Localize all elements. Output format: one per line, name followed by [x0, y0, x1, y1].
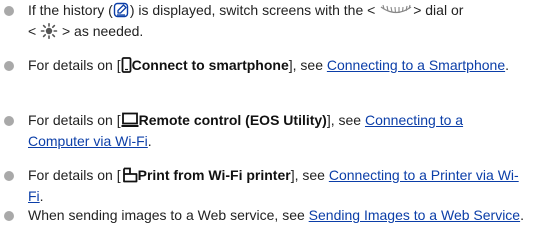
note-text: When sending images to a Web service, se…: [28, 205, 528, 226]
note-text: For details on [ Connect to smartphone], …: [28, 55, 528, 76]
menu-item-name: Connect to smartphone: [131, 57, 289, 73]
smartphone-icon: [121, 57, 132, 73]
note-text: For details on [ Remote control (EOS Util…: [28, 110, 528, 152]
printer-icon: [121, 167, 138, 183]
note-text-part: For details on [: [28, 112, 121, 128]
note-text-part: .: [505, 57, 509, 73]
bullet-icon: [4, 211, 14, 221]
note-text-part: > as needed.: [61, 23, 144, 39]
menu-item-name: Print from Wi-Fi printer: [137, 167, 291, 183]
smartphone-connection-link[interactable]: Connecting to a Smartphone: [327, 57, 505, 73]
note-text-part: .: [39, 188, 44, 204]
note-text-part: <: [28, 23, 37, 39]
note-text-part: ], see: [290, 167, 329, 183]
note-text-part: When sending images to a Web service, se…: [28, 207, 309, 223]
web-service-link[interactable]: Sending Images to a Web Service: [309, 207, 520, 223]
menu-item-name: Remote control (EOS Utility): [138, 112, 327, 128]
note-text-part: For details on [: [28, 57, 121, 73]
note-text-part: > dial or: [413, 2, 464, 18]
computer-icon: [121, 112, 139, 128]
bullet-icon: [4, 171, 14, 181]
note-text-part: ) is displayed, switch screens with the …: [129, 2, 376, 18]
bullet-icon: [4, 61, 14, 71]
note-text-part: If the history (: [28, 2, 113, 18]
note-text: If the history ( ) is displayed, switch s…: [28, 0, 528, 42]
note-text-part: ], see: [288, 57, 327, 73]
note-text-part: .: [147, 133, 152, 149]
note-text-part: .: [520, 207, 524, 223]
note-text-part: ], see: [326, 112, 365, 128]
history-icon: [113, 2, 130, 18]
main-dial-icon: [379, 4, 413, 18]
multi-controller-icon: [40, 23, 58, 39]
note-text: For details on [ Print from Wi-Fi printer…: [28, 165, 528, 207]
bullet-icon: [4, 116, 14, 126]
note-text-part: For details on [: [28, 167, 121, 183]
bullet-icon: [4, 6, 14, 16]
